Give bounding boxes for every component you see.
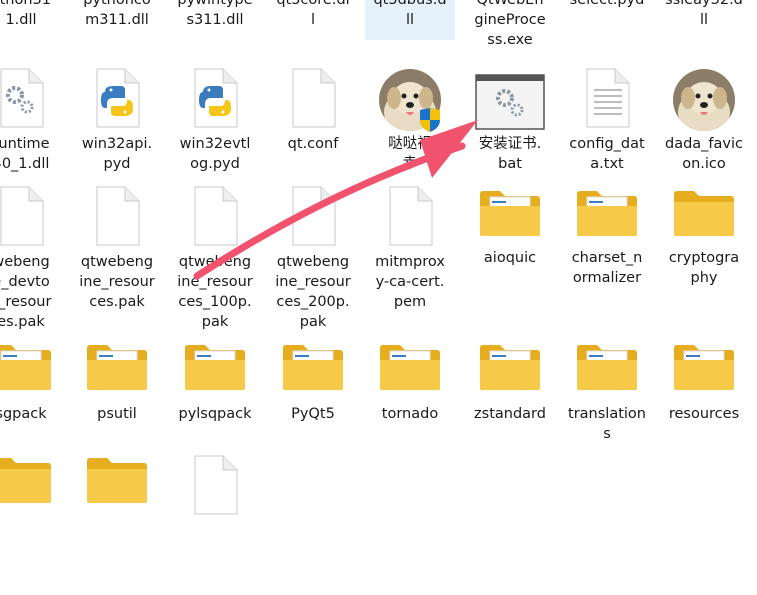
file-item[interactable]: win32evtl og.pyd [170,64,260,204]
folder-icon [672,188,736,244]
file-name: qtwebeng ine_resour ces_200p. pak [275,254,351,330]
file-item[interactable]: pywintype s311.dll [170,0,260,48]
file-name: 安装证书. bat [478,136,542,172]
file-item[interactable]: webeng e_devto s_resour es.pak [0,186,66,330]
file-name: win32api. pyd [81,136,153,172]
file-item[interactable]: mitmprox y-ca-cert. pem [365,186,455,326]
file-name: charset_n ormalizer [571,250,643,286]
folder-doc-icon [575,188,639,244]
file-item[interactable]: translation s [562,342,652,482]
file-item[interactable]: tornado [365,342,455,482]
file-item[interactable]: ssleay32.d ll [659,0,749,48]
file-item[interactable]: win32api. pyd [72,64,162,204]
file-item[interactable]: qt5core.dl l [268,0,358,48]
file-name: webeng e_devto s_resour es.pak [0,254,52,330]
blank-file-icon [191,186,239,252]
folder-doc-icon [183,342,247,398]
file-item[interactable]: config_dat a.txt [562,64,652,204]
file-item[interactable]: qtwebeng ine_resour ces.pak [72,186,162,326]
file-item[interactable]: aioquic [465,186,555,326]
bat-file-icon [475,74,545,136]
file-item[interactable]: charset_n ormalizer [562,186,652,326]
file-name: qt5dbus.d ll [373,0,447,28]
file-item[interactable]: qt5dbus.d ll [365,0,455,40]
file-item[interactable]: PyQt5 [268,342,358,482]
file-item[interactable]: 安装证书. bat [465,64,555,204]
file-name: runtime 40_1.dll [0,136,50,172]
blank-file-icon [93,186,141,252]
blank-file-icon [289,68,337,134]
blank-file-icon [0,186,45,252]
file-name: qtwebeng ine_resour ces_100p. pak [177,254,253,330]
file-name: tornado [381,406,439,422]
blank-file-icon [191,455,239,521]
file-name: ssleay32.d ll [665,0,743,28]
python-file-icon [93,68,141,134]
file-item[interactable]: select.pyd [562,0,652,48]
folder-icon [0,455,53,511]
file-item[interactable]: runtime 40_1.dll [0,64,66,204]
text-file-icon [583,68,631,134]
folder-doc-icon [281,342,345,398]
file-name: ython31 1.dll [0,0,51,28]
dog-icon [672,68,736,138]
folder-doc-icon [672,342,736,398]
file-item[interactable]: 哒哒视 幸 [365,64,455,204]
file-name: PyQt5 [291,406,335,422]
file-item[interactable] [72,455,162,595]
file-name: 哒哒视 幸 [388,136,432,172]
file-name: pylsqpack [178,406,252,422]
file-item[interactable]: QtWebEn gineProce ss.exe [465,0,555,48]
folder-icon [85,455,149,511]
file-name: zstandard [474,406,546,422]
folder-doc-icon [0,342,53,398]
file-item[interactable]: qt.conf [268,64,358,204]
file-name: aioquic [483,250,537,266]
file-name: select.pyd [569,0,645,8]
file-item[interactable]: qtwebeng ine_resour ces_200p. pak [268,186,358,330]
file-name: cryptogra phy [668,250,740,286]
file-name: win32evtl og.pyd [179,136,251,172]
gear-file-icon [0,68,45,134]
folder-doc-icon [85,342,149,398]
file-name: qtwebeng ine_resour ces.pak [79,254,155,310]
file-item[interactable]: qtwebeng ine_resour ces_100p. pak [170,186,260,330]
file-item[interactable]: ython31 1.dll [0,0,66,48]
file-name: translation s [568,406,646,442]
file-name: psutil [97,406,137,422]
file-name: sgpack [0,406,47,422]
file-name: mitmprox y-ca-cert. pem [375,254,445,310]
dog-shield-icon [378,68,442,138]
file-item[interactable]: resources [659,342,749,482]
file-name: resources [668,406,740,422]
file-item[interactable] [170,455,260,595]
file-item[interactable] [0,455,66,595]
folder-doc-icon [478,188,542,244]
folder-doc-icon [378,342,442,398]
file-name: dada_favic on.ico [664,136,743,172]
file-item[interactable]: dada_favic on.ico [659,64,749,204]
file-item[interactable]: cryptogra phy [659,186,749,326]
blank-file-icon [386,186,434,252]
file-name: pywintype s311.dll [177,0,253,28]
folder-doc-icon [575,342,639,398]
file-name: config_dat a.txt [569,136,645,172]
folder-doc-icon [478,342,542,398]
file-item[interactable]: zstandard [465,342,555,482]
python-file-icon [191,68,239,134]
file-name: pythonco m311.dll [83,0,151,28]
file-name: qt5core.dl l [276,0,350,28]
file-name: qt.conf [287,136,339,152]
blank-file-icon [289,186,337,252]
file-item[interactable]: pythonco m311.dll [72,0,162,48]
file-name: QtWebEn gineProce ss.exe [474,0,546,48]
